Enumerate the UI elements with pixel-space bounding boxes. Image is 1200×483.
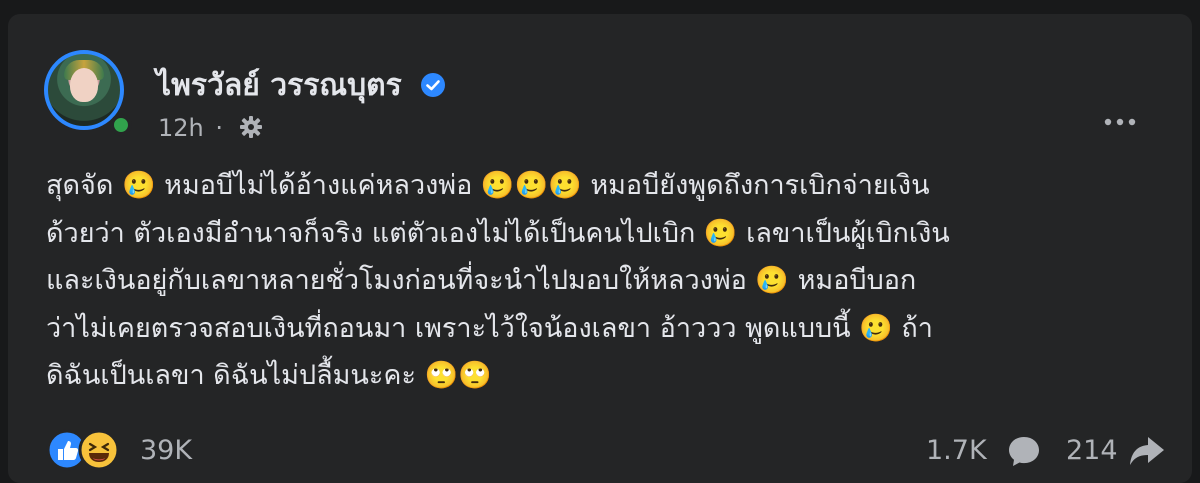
online-status-dot <box>110 114 132 136</box>
meta-separator: · <box>215 114 224 142</box>
post-text-line: สุดจัด 🥲 หมอบีไม่ได้อ้างแค่หลวงพ่อ 🥲🥲🥲 ห… <box>46 170 930 201</box>
author-name-row: ไพรวัลย์ วรรณบุตร <box>156 62 446 109</box>
avatar[interactable] <box>44 50 132 136</box>
post-header: ไพรวัลย์ วรรณบุตร 12h · <box>38 42 1168 142</box>
post-card: ไพรวัลย์ วรรณบุตร 12h · สุดจัด 🥲 หมอบีไม… <box>8 14 1192 483</box>
comments-count[interactable]: 1.7K <box>926 435 987 466</box>
more-dots-icon[interactable] <box>1100 112 1140 132</box>
post-text-line: ดิฉันเป็นเลขา ดิฉันไม่ปลื้มนะคะ 🙄🙄 <box>46 360 492 391</box>
reactions-count[interactable]: 39K <box>140 435 192 466</box>
haha-icon[interactable] <box>78 429 120 471</box>
post-text-line: ด้วยว่า ตัวเองมีอำนาจก็จริง แต่ตัวเองไม่… <box>46 217 950 249</box>
shares-count[interactable]: 214 <box>1066 435 1118 466</box>
post-timestamp[interactable]: 12h <box>158 114 204 142</box>
gear-icon[interactable] <box>239 115 263 139</box>
verified-badge-icon <box>420 71 446 97</box>
post-meta: 12h · <box>158 114 263 142</box>
post-text-line: ว่าไม่เคยตรวจสอบเงินที่ถอนมา เพราะไว้ใจน… <box>46 312 933 344</box>
post-body: สุดจัด 🥲 หมอบีไม่ได้อ้างแค่หลวงพ่อ 🥲🥲🥲 ห… <box>46 162 1176 400</box>
share-icon[interactable] <box>1128 433 1166 469</box>
author-name[interactable]: ไพรวัลย์ วรรณบุตร <box>156 68 402 103</box>
comment-icon[interactable] <box>1006 433 1044 469</box>
post-footer: 39K 1.7K 214 <box>46 429 1176 479</box>
post-text-line: และเงินอยู่กับเลขาหลายชั่วโมงก่อนที่จะนำ… <box>46 265 917 296</box>
avatar-face <box>70 68 98 102</box>
